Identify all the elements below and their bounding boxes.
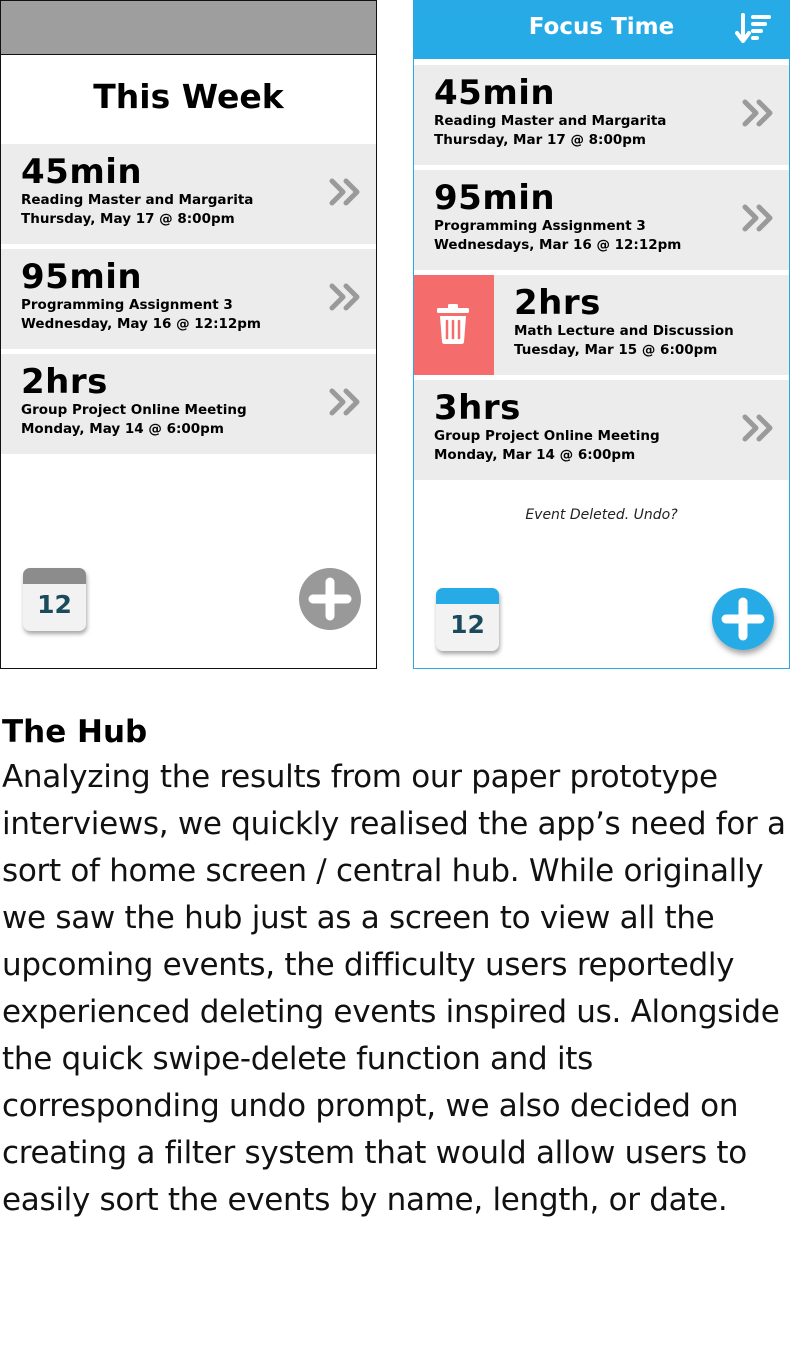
page-title: This Week (93, 77, 284, 116)
focus-time-screen: Focus Time 45min Reading Master and Marg… (413, 0, 790, 669)
event-datetime: Thursday, Mar 17 @ 8:00pm (434, 132, 646, 148)
event-datetime: Monday, Mar 14 @ 6:00pm (434, 447, 636, 463)
event-datetime: Wednesday, May 16 @ 12:12pm (21, 316, 261, 332)
app-header: Focus Time (414, 1, 789, 59)
event-card[interactable]: 95min Programming Assignment 3 Wednesday… (414, 170, 789, 270)
event-title: Reading Master and Margarita (434, 113, 667, 129)
add-event-button[interactable] (299, 568, 361, 630)
calendar-icon[interactable]: 12 (436, 588, 499, 651)
calendar-day: 12 (450, 610, 485, 639)
event-card[interactable]: 45min Reading Master and Margarita Thurs… (414, 65, 789, 165)
article-body: Analyzing the results from our paper pro… (2, 759, 786, 1218)
event-duration: 3hrs (434, 388, 521, 428)
chevron-double-right-icon[interactable] (741, 203, 775, 233)
event-title: Programming Assignment 3 (21, 297, 233, 313)
event-duration: 2hrs (514, 283, 601, 323)
add-event-button[interactable] (712, 588, 774, 650)
status-bar (1, 1, 376, 55)
event-card[interactable]: 45min Reading Master and Margarita Thurs… (1, 144, 376, 244)
event-card[interactable]: 3hrs Group Project Online Meeting Monday… (414, 380, 789, 480)
event-title: Reading Master and Margarita (21, 192, 254, 208)
event-title: Group Project Online Meeting (21, 402, 247, 418)
event-datetime: Tuesday, Mar 15 @ 6:00pm (514, 342, 718, 358)
event-card-swiped[interactable]: 2hrs Math Lecture and Discussion Tuesday… (414, 275, 789, 375)
calendar-header (436, 588, 499, 604)
event-duration: 45min (21, 152, 143, 192)
trash-icon (437, 304, 469, 344)
sort-icon[interactable] (735, 12, 771, 46)
chevron-double-right-icon[interactable] (741, 413, 775, 443)
chevron-double-right-icon[interactable] (328, 387, 362, 417)
event-datetime: Monday, May 14 @ 6:00pm (21, 421, 224, 437)
event-title: Programming Assignment 3 (434, 218, 646, 234)
chevron-double-right-icon[interactable] (328, 177, 362, 207)
delete-button[interactable] (414, 275, 494, 375)
event-duration: 2hrs (21, 362, 108, 402)
event-card[interactable]: 95min Programming Assignment 3 Wednesday… (1, 249, 376, 349)
article: The Hub Analyzing the results from our p… (2, 710, 788, 1224)
chevron-double-right-icon[interactable] (328, 282, 362, 312)
event-title: Group Project Online Meeting (434, 428, 660, 444)
event-duration: 95min (21, 257, 143, 297)
app-title: Focus Time (528, 14, 675, 40)
plus-icon (712, 588, 774, 650)
event-datetime: Wednesdays, Mar 16 @ 12:12pm (434, 237, 682, 253)
undo-prompt[interactable]: Event Deleted. Undo? (414, 507, 789, 523)
event-card[interactable]: 2hrs Group Project Online Meeting Monday… (1, 354, 376, 454)
calendar-icon[interactable]: 12 (23, 568, 86, 631)
article-title: The Hub (2, 714, 148, 750)
calendar-header (23, 568, 86, 584)
event-duration: 45min (434, 73, 556, 113)
this-week-screen: This Week 45min Reading Master and Marga… (0, 0, 377, 669)
event-title: Math Lecture and Discussion (514, 323, 734, 339)
event-duration: 95min (434, 178, 556, 218)
event-datetime: Thursday, May 17 @ 8:00pm (21, 211, 235, 227)
chevron-double-right-icon[interactable] (741, 98, 775, 128)
calendar-day: 12 (37, 590, 72, 619)
plus-icon (299, 568, 361, 630)
